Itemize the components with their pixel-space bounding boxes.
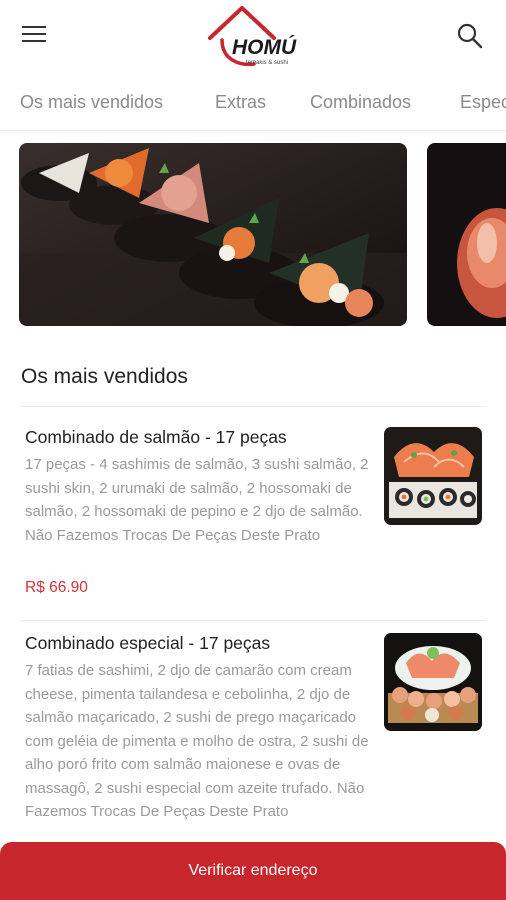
- verify-address-button[interactable]: Verificar endereço: [0, 842, 506, 900]
- banner-sushi-image: [19, 143, 407, 326]
- menu-item-combinado-salmao[interactable]: Combinado de salmão - 17 peças 17 peças …: [0, 407, 506, 620]
- sushi-salmao-image: [384, 427, 482, 525]
- hamburger-menu-button[interactable]: [22, 26, 48, 46]
- search-button[interactable]: [456, 22, 484, 50]
- hamburger-icon-line: [22, 40, 46, 42]
- item-name: Combinado especial - 17 peças: [25, 633, 271, 653]
- banner-next-image: [427, 143, 506, 326]
- item-thumbnail: [384, 427, 482, 525]
- promo-banner[interactable]: [19, 143, 407, 326]
- search-icon: [457, 23, 483, 49]
- menu-item-combinado-especial[interactable]: Combinado especial - 17 peças 7 fatias d…: [0, 621, 506, 851]
- tab-extras[interactable]: Extras: [215, 92, 266, 113]
- category-tabs: Os mais vendidos Extras Combinados Espec: [0, 74, 506, 131]
- logo-subtext: temakis & sushi: [246, 60, 288, 66]
- item-thumbnail: [384, 633, 482, 731]
- item-description: 17 peças - 4 sashimis de salmão, 3 sushi…: [25, 456, 369, 544]
- tab-os-mais-vendidos[interactable]: Os mais vendidos: [20, 92, 163, 113]
- sushi-especial-image: [384, 633, 482, 731]
- app-header: HOMÚ temakis & sushi: [0, 0, 506, 72]
- hamburger-icon-line: [22, 33, 46, 35]
- tab-especiais[interactable]: Espec: [460, 92, 506, 113]
- brand-logo-graphic: HOMÚ temakis & sushi: [208, 6, 297, 67]
- section-title: Os mais vendidos: [21, 365, 188, 388]
- brand-logo: HOMÚ temakis & sushi: [202, 4, 308, 68]
- hamburger-icon: [22, 26, 46, 28]
- promo-banner-next[interactable]: [427, 143, 506, 326]
- logo-text: HOMÚ: [232, 35, 297, 59]
- item-name: Combinado de salmão - 17 peças: [25, 427, 287, 447]
- item-price: R$ 66.90: [25, 579, 88, 596]
- tab-combinados[interactable]: Combinados: [310, 92, 411, 113]
- item-description: 7 fatias de sashimi, 2 djo de camarão co…: [25, 662, 369, 820]
